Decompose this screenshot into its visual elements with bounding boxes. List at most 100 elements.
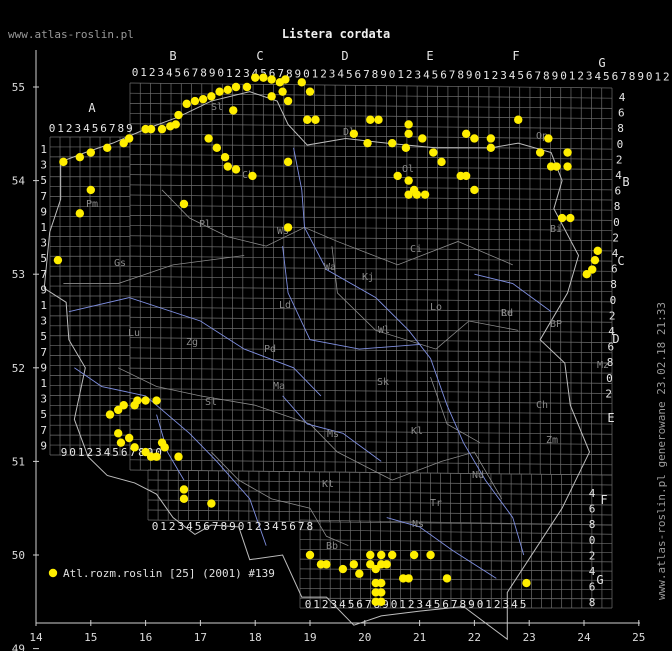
grid-digit: 0 bbox=[389, 68, 396, 81]
occurrence-dot bbox=[404, 190, 413, 199]
occurrence-dot bbox=[404, 574, 413, 583]
grid-letter-top: B bbox=[169, 49, 176, 63]
occurrence-dot bbox=[349, 129, 359, 138]
grid-digit: 5 bbox=[195, 520, 202, 533]
grid-digit: 6 bbox=[440, 69, 447, 82]
grid-digit: 0 bbox=[238, 520, 245, 533]
grid-digit: 9 bbox=[126, 122, 133, 135]
grid-digit: 1 bbox=[397, 68, 404, 81]
y-tick-label: 54 bbox=[12, 175, 26, 188]
x-tick-label: 17 bbox=[194, 631, 207, 644]
occurrence-dot bbox=[278, 87, 287, 96]
occurrence-dot bbox=[248, 171, 257, 181]
occurrence-dot bbox=[355, 569, 364, 578]
grid-digit: 2 bbox=[577, 70, 584, 83]
occurrence-dot bbox=[535, 148, 545, 157]
grid-digit: 1 bbox=[40, 143, 47, 156]
grid-digit: 0 bbox=[49, 122, 56, 135]
occurrence-dot bbox=[174, 452, 183, 461]
grid-digit: 8 bbox=[589, 518, 596, 531]
grid-digit: 8 bbox=[220, 520, 227, 533]
region-label: Kt bbox=[322, 479, 334, 490]
grid-digit: 6 bbox=[612, 70, 619, 83]
grid-digit: 1 bbox=[140, 66, 147, 79]
grid-digit: 0 bbox=[477, 598, 484, 611]
grid-digit: 7 bbox=[363, 68, 370, 81]
grid-line-h bbox=[129, 418, 613, 425]
grid-digit: 0 bbox=[606, 372, 613, 385]
region-line bbox=[118, 367, 311, 425]
grid-letter-right: G bbox=[596, 573, 603, 587]
occurrence-dot bbox=[212, 143, 222, 153]
occurrence-dot bbox=[207, 499, 216, 508]
grid-digit: 9 bbox=[468, 598, 475, 611]
region-line bbox=[331, 246, 519, 350]
grid-line-h bbox=[129, 265, 613, 272]
grid-digit: 4 bbox=[104, 446, 111, 459]
grid-digit: 5 bbox=[432, 68, 439, 81]
grid-digit: 0 bbox=[391, 598, 398, 611]
grid-letter-right: F bbox=[600, 493, 607, 507]
grid-digit: 3 bbox=[502, 598, 509, 611]
grid-digit: 6 bbox=[526, 69, 533, 82]
grid-digit: 4 bbox=[608, 325, 615, 338]
region-label: Bb bbox=[326, 541, 338, 552]
grid-digit: 5 bbox=[434, 598, 441, 611]
occurrence-dot bbox=[204, 134, 213, 143]
grid-digit: 4 bbox=[272, 520, 279, 533]
grid-digit: 3 bbox=[330, 598, 337, 611]
grid-digit: 0 bbox=[217, 67, 224, 80]
grid-digit: 6 bbox=[607, 341, 614, 354]
grid-digit: 7 bbox=[40, 424, 47, 437]
occurrence-dot bbox=[179, 494, 189, 504]
occurrence-dot bbox=[152, 452, 161, 461]
grid-digit: 1 bbox=[57, 122, 64, 135]
grid-digit: 3 bbox=[40, 237, 47, 250]
region-labels: PmSlChDlOlBiCiPlGs WaKjLd LoLeZgLu WlPdRdSk… bbox=[86, 102, 609, 552]
grid-line-h bbox=[129, 388, 613, 394]
grid-digit: 8 bbox=[614, 200, 621, 213]
grid-digit: 7 bbox=[451, 598, 458, 611]
occurrence-dot bbox=[305, 87, 315, 96]
occurrence-dot bbox=[382, 560, 391, 569]
grid-digit: 4 bbox=[337, 68, 344, 81]
grid-digit: 5 bbox=[175, 66, 182, 79]
grid-digit: 6 bbox=[100, 122, 107, 135]
grid-digit: 8 bbox=[459, 598, 466, 611]
grid-line-h bbox=[129, 367, 613, 374]
grid-digit: 1 bbox=[399, 598, 406, 611]
grid-line-h bbox=[299, 578, 613, 581]
occurrence-dot bbox=[259, 73, 268, 82]
grid-digit: 4 bbox=[509, 69, 516, 82]
occurrence-dot bbox=[251, 73, 260, 82]
grid-line-h bbox=[129, 296, 613, 303]
grid-digit: 5 bbox=[40, 330, 47, 343]
grid-digit: 3 bbox=[586, 70, 593, 83]
grid-digit: 4 bbox=[615, 169, 622, 182]
occurrence-dot bbox=[242, 82, 252, 92]
grid-digit: 2 bbox=[612, 231, 619, 244]
occurrence-dot bbox=[231, 82, 241, 92]
region-label: Lu bbox=[128, 328, 140, 339]
region-label: Ma bbox=[273, 381, 285, 392]
grid-digit: 1 bbox=[313, 598, 320, 611]
grid-letter-top: D bbox=[341, 49, 348, 63]
x-tick-label: 24 bbox=[577, 631, 591, 644]
region-label: Pd bbox=[264, 344, 276, 355]
grid-digit: 2 bbox=[663, 70, 670, 83]
grid-digit: 1 bbox=[483, 69, 490, 82]
occurrence-dot bbox=[75, 209, 85, 218]
occurrence-dot bbox=[486, 134, 496, 143]
region-label: Zg bbox=[186, 337, 198, 348]
grid-digit: 7 bbox=[534, 69, 541, 82]
occurrence-dot bbox=[349, 560, 359, 569]
occurrence-dot bbox=[426, 550, 435, 560]
region-label: Kl bbox=[411, 426, 423, 437]
grid-digit: 2 bbox=[494, 598, 501, 611]
grid-digit: 6 bbox=[183, 66, 190, 79]
grid-digit: 1 bbox=[312, 67, 319, 80]
river-line bbox=[282, 246, 420, 350]
occurrence-dot bbox=[207, 92, 216, 101]
grid-digit: 4 bbox=[594, 70, 601, 83]
occurrence-dot bbox=[366, 550, 375, 560]
